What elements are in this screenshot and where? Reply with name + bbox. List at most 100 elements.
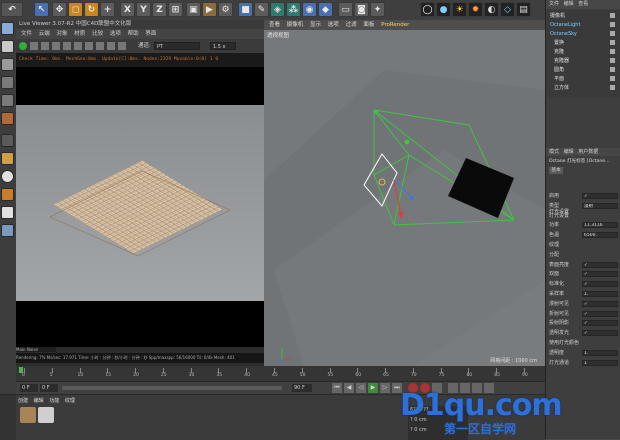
om-menu-edit[interactable]: 编辑: [564, 1, 574, 7]
mm-menu-edit[interactable]: 编辑: [34, 398, 44, 404]
step-back-icon[interactable]: ◁: [356, 383, 366, 393]
attr-value-field[interactable]: ✓: [582, 193, 618, 199]
lv-menu-objects[interactable]: 对象: [57, 31, 68, 37]
visibility-dot[interactable]: [610, 31, 615, 36]
vp-menu-prorender[interactable]: ProRender: [381, 22, 409, 28]
object-row[interactable]: 圆角: [554, 66, 564, 74]
attr-value-field[interactable]: ✓: [582, 261, 618, 268]
lv-menu-file[interactable]: 文件: [21, 31, 32, 37]
mm-menu-texture[interactable]: 纹理: [65, 398, 75, 404]
attr-value-field[interactable]: 6500.: [582, 232, 618, 239]
gizmo-y-handle[interactable]: [404, 139, 410, 145]
deformer-icon[interactable]: ◆: [318, 2, 333, 17]
attr-value-field[interactable]: 1: [582, 359, 618, 366]
vp-menu-filter[interactable]: 过滤: [346, 22, 357, 28]
vp-menu-view[interactable]: 查看: [269, 22, 280, 28]
axis-y-button[interactable]: Y: [136, 2, 151, 17]
edges-mode-icon[interactable]: [1, 94, 14, 107]
sky-icon[interactable]: ◉: [302, 2, 317, 17]
attr-value-field[interactable]: 1.: [582, 349, 618, 356]
lv-location-icon[interactable]: [118, 42, 126, 50]
lock-icon[interactable]: [1, 188, 14, 201]
lv-bottom-tabs[interactable]: Main Noise: [16, 347, 56, 352]
light-icon[interactable]: ✦: [370, 2, 385, 17]
channel-select[interactable]: PT: [154, 42, 200, 50]
lv-menu-interface[interactable]: 界面: [145, 31, 156, 37]
attr-value-field[interactable]: ✓: [582, 310, 618, 317]
visibility-dot[interactable]: [610, 13, 615, 18]
mm-menu-function[interactable]: 功能: [49, 398, 59, 404]
move-tool[interactable]: ✥: [52, 2, 67, 17]
octane-gear-icon[interactable]: [19, 42, 27, 50]
octane-camera-icon[interactable]: ◐: [484, 2, 499, 17]
object-row[interactable]: 立方体: [554, 84, 569, 92]
visibility-dot[interactable]: [610, 40, 615, 45]
octane-light-icon[interactable]: ◇: [500, 2, 515, 17]
select-tool[interactable]: ↖: [34, 2, 49, 17]
play-icon[interactable]: ▶: [368, 383, 378, 393]
attr-value-field[interactable]: ✓: [582, 320, 618, 327]
lv-menu-compare[interactable]: 比较: [92, 31, 103, 37]
layer-icon[interactable]: [1, 224, 14, 237]
polygons-mode-icon[interactable]: [1, 112, 14, 125]
pen-icon[interactable]: ✎: [254, 2, 269, 17]
attr-value-field[interactable]: 11.3116: [582, 222, 618, 229]
visibility-dot[interactable]: [610, 67, 615, 72]
om-menu-view[interactable]: 查看: [578, 1, 588, 7]
object-row[interactable]: OctaneSky: [550, 30, 577, 38]
lv-refresh-icon[interactable]: [30, 42, 38, 50]
render-settings-button[interactable]: ⚙: [218, 2, 233, 17]
attr-menu-edit[interactable]: 编辑: [564, 149, 574, 155]
object-row[interactable]: 摄像机: [550, 12, 565, 20]
octane-daylight-icon[interactable]: ☀: [452, 2, 467, 17]
workplane-mode-icon[interactable]: [1, 58, 14, 71]
lv-menu-help[interactable]: 帮助: [128, 31, 139, 37]
gizmo-z-handle[interactable]: [410, 196, 414, 200]
object-row[interactable]: 置换: [554, 39, 564, 47]
attr-value-field[interactable]: 1.: [582, 291, 618, 297]
rotate-tool[interactable]: ↻: [84, 2, 99, 17]
frame-range-slider[interactable]: [62, 386, 282, 390]
render-button[interactable]: ▶: [202, 2, 217, 17]
attr-value-field[interactable]: ✓: [582, 271, 618, 278]
material-swatch-1[interactable]: [20, 407, 36, 423]
step-forward-icon[interactable]: ▷: [380, 383, 390, 393]
add-tool[interactable]: +: [100, 2, 115, 17]
lv-menu-cloud[interactable]: 云端: [39, 31, 50, 37]
camera-icon[interactable]: ◙: [354, 2, 369, 17]
visibility-dot[interactable]: [610, 85, 615, 90]
lv-region-icon[interactable]: [96, 42, 104, 50]
go-to-start-icon[interactable]: ⏮: [332, 383, 342, 393]
octane-material-icon[interactable]: ●: [436, 2, 451, 17]
octane-sky-icon[interactable]: ✹: [468, 2, 483, 17]
axis-mode-icon[interactable]: [1, 134, 14, 147]
attr-value-field[interactable]: ✓: [582, 330, 618, 337]
attr-tab-basic[interactable]: 基本: [549, 167, 563, 174]
visibility-dot[interactable]: [610, 76, 615, 81]
om-menu-file[interactable]: 文件: [549, 1, 559, 7]
object-row[interactable]: 克隆: [554, 48, 564, 56]
points-mode-icon[interactable]: [1, 76, 14, 89]
soft-selection-icon[interactable]: [1, 170, 14, 183]
scale-tool[interactable]: ◻: [68, 2, 83, 17]
array-icon[interactable]: ⁂: [286, 2, 301, 17]
coordinate-system-button[interactable]: ⊞: [168, 2, 183, 17]
attr-value-field[interactable]: 漫射: [582, 202, 618, 209]
lv-pick-icon[interactable]: [107, 42, 115, 50]
undo-button[interactable]: ↶: [1, 2, 23, 17]
current-frame-field[interactable]: 0 F: [20, 384, 38, 392]
lv-focus-icon[interactable]: [85, 42, 93, 50]
axis-x-button[interactable]: X: [120, 2, 135, 17]
attr-value-field[interactable]: ✓: [582, 281, 618, 288]
end-frame-field[interactable]: 90 F: [292, 384, 312, 392]
perspective-viewport[interactable]: 查看 摄像机 显示 选项 过滤 面板 ProRender 透视视图 网格间距:…: [264, 20, 545, 366]
material-swatch-2[interactable]: [38, 407, 54, 423]
visibility-dot[interactable]: [610, 58, 615, 63]
attr-menu-userdata[interactable]: 用户数据: [578, 149, 598, 155]
render-view-button[interactable]: ▣: [186, 2, 201, 17]
lv-menu-materials[interactable]: 材质: [74, 31, 85, 37]
axis-z-button[interactable]: Z: [152, 2, 167, 17]
vp-menu-panel[interactable]: 面板: [363, 22, 374, 28]
object-row[interactable]: 平面: [554, 75, 564, 83]
lv-pause-icon[interactable]: [52, 42, 60, 50]
